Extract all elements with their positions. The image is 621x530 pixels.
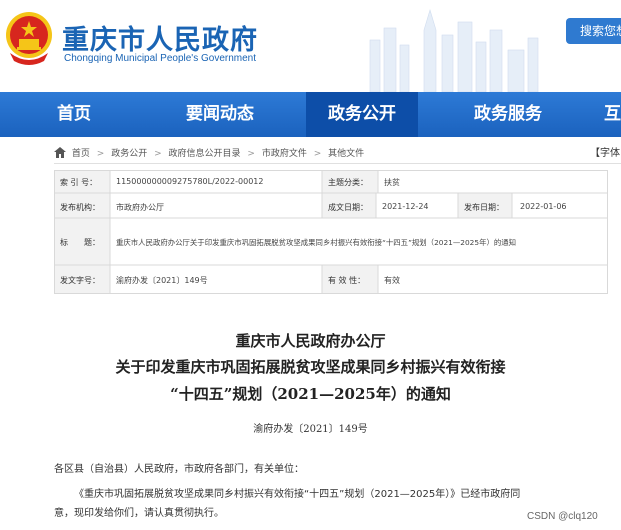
breadcrumb-separator: > <box>154 149 162 159</box>
site-header: 重庆市人民政府 Chongqing Municipal People's Gov… <box>0 0 621 92</box>
nav-item-news[interactable]: 要闻动态 <box>160 92 280 137</box>
breadcrumb-home[interactable]: 首页 <box>72 149 90 159</box>
category-value: 扶贫 <box>384 178 400 187</box>
nav-item-gov-services[interactable]: 政务服务 <box>450 92 566 137</box>
article-title-line3: “十四五”规划（2021—2025年）的通知 <box>170 385 451 403</box>
issuer-label: 发布机构： <box>60 203 100 212</box>
index-value: 115000000009275780L/2022-00012 <box>116 177 264 186</box>
home-icon[interactable] <box>54 147 66 158</box>
created-value: 2021-12-24 <box>382 202 429 211</box>
font-size-control[interactable]: 【字体 <box>590 144 620 159</box>
validity-value: 有效 <box>384 276 400 285</box>
main-nav: 首页 要闻动态 政务公开 政务服务 互 <box>0 92 621 137</box>
article-paragraph-line2: 意，现印发给你们，请认真贯彻执行。 <box>54 508 224 519</box>
breadcrumb-gov-affairs[interactable]: 政务公开 <box>111 149 147 159</box>
nav-item-interact[interactable]: 互 <box>604 92 621 137</box>
breadcrumb-other-docs[interactable]: 其他文件 <box>328 149 364 159</box>
article-doc-number: 渝府办发〔2021〕149号 <box>253 424 368 435</box>
published-label: 发布日期： <box>464 203 504 212</box>
watermark: CSDN @clq120 <box>527 511 598 522</box>
national-emblem-icon <box>6 12 52 65</box>
divider <box>54 163 621 164</box>
site-title[interactable]: 重庆市人民政府 <box>62 18 258 57</box>
skyline-decoration <box>369 8 539 92</box>
title-value: 重庆市人民政府办公厅关于印发重庆市巩固拓展脱贫攻坚成果同乡村振兴有效衔接“十四五… <box>116 238 517 247</box>
docno-value: 渝府办发〔2021〕149号 <box>116 276 208 285</box>
published-value: 2022-01-06 <box>520 202 567 211</box>
article-paragraph-line1: 《重庆市巩固拓展脱贫攻坚成果同乡村振兴有效衔接“十四五”规划（2021—2025… <box>74 489 521 500</box>
issuer-value: 市政府办公厅 <box>116 203 164 212</box>
created-label: 成文日期： <box>328 203 368 212</box>
breadcrumb-separator: > <box>313 149 322 159</box>
article-salutation: 各区县（自治县）人民政府，市政府各部门，有关单位： <box>54 464 304 475</box>
category-label: 主题分类： <box>328 178 368 187</box>
site-subtitle: Chongqing Municipal People's Government <box>64 53 257 64</box>
breadcrumb-separator: > <box>247 149 255 159</box>
metadata-grid: 索 引 号： 115000000009275780L/2022-00012 主题… <box>54 170 608 294</box>
nav-item-gov-affairs[interactable]: 政务公开 <box>306 92 418 137</box>
title-label: 标 题： <box>60 238 100 247</box>
article-title-line2: 关于印发重庆市巩固拓展脱贫攻坚成果同乡村振兴有效衔接 <box>115 358 506 376</box>
nav-item-home[interactable]: 首页 <box>24 92 124 137</box>
docno-label: 发文字号： <box>60 276 100 285</box>
validity-label: 有 效 性： <box>328 276 366 285</box>
index-label: 索 引 号： <box>60 178 98 187</box>
search-input[interactable]: 搜索您想 <box>566 18 621 44</box>
breadcrumb-city-docs[interactable]: 市政府文件 <box>262 149 307 159</box>
breadcrumb-info-catalog[interactable]: 政府信息公开目录 <box>169 149 241 159</box>
breadcrumb-separator: > <box>96 149 105 159</box>
breadcrumb: 首页 > 政务公开 > 政府信息公开目录 > 市政府文件 > 其他文件 <box>54 146 368 160</box>
article-title-line1: 重庆市人民政府办公厅 <box>235 332 386 350</box>
